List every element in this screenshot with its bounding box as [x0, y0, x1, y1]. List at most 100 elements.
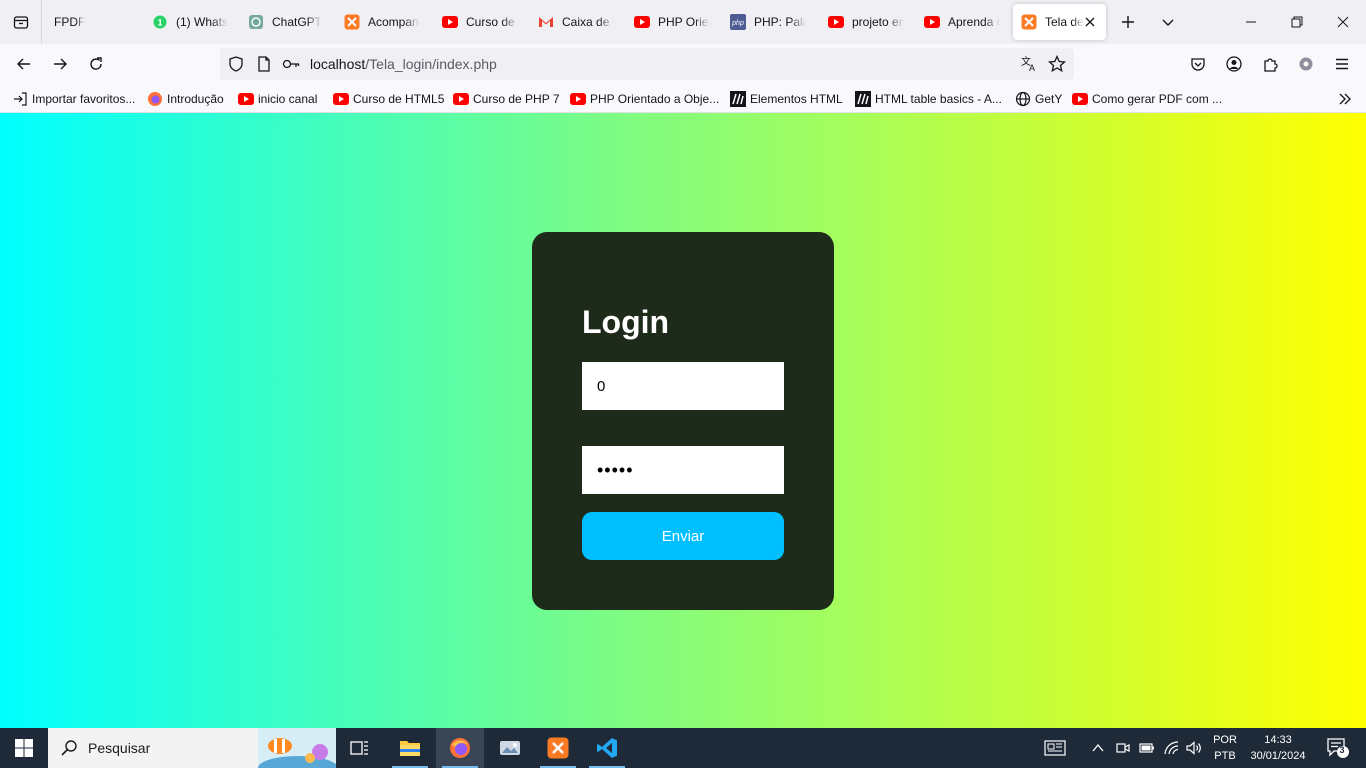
settings-extension-button[interactable] — [1290, 48, 1322, 80]
tab-title: ChatGPT — [272, 15, 323, 29]
list-all-tabs-button[interactable] — [0, 0, 42, 44]
search-icon — [60, 739, 78, 760]
tab-title: Caixa de entrada — [562, 15, 614, 29]
plus-icon — [1122, 16, 1134, 28]
youtube-icon — [570, 91, 586, 107]
close-tab-icon[interactable] — [1082, 14, 1098, 30]
tab-curso-html[interactable]: Curso de HTML — [434, 4, 526, 40]
camera-icon — [1116, 743, 1130, 753]
bookmark-elementos-html[interactable]: Elementos HTML — [730, 90, 843, 108]
battery-button[interactable] — [1137, 728, 1157, 768]
tab-php-palavras[interactable]: php PHP: Palavras — [722, 4, 814, 40]
show-hidden-icons-button[interactable] — [1088, 728, 1108, 768]
tab-fpdf[interactable]: FPDF — [46, 4, 138, 40]
battery-icon — [1139, 743, 1154, 753]
navigation-toolbar: localhost/Tela_login/index.php 文A — [0, 44, 1366, 84]
bookmark-importar[interactable]: Importar favoritos... — [12, 90, 135, 108]
youtube-icon — [453, 91, 469, 107]
password-input[interactable] — [582, 446, 784, 494]
notification-count: 3 — [1339, 745, 1345, 755]
menu-button[interactable] — [1326, 48, 1358, 80]
new-tab-button[interactable] — [1112, 0, 1144, 44]
reload-icon — [90, 57, 102, 70]
notification-center-button[interactable]: 3 — [1318, 728, 1358, 768]
gear-icon — [1299, 57, 1313, 71]
chatgpt-icon — [248, 14, 264, 30]
vscode-taskbar-button[interactable] — [583, 728, 631, 768]
tab-title: (1) WhatsApp — [176, 15, 228, 29]
key-icon[interactable] — [282, 56, 300, 75]
bookmark-php-orientado[interactable]: PHP Orientado a Obje... — [570, 90, 719, 108]
task-view-button[interactable] — [336, 728, 384, 768]
firefox-taskbar-button[interactable] — [436, 728, 484, 768]
bookmark-curso-html5[interactable]: Curso de HTML5 — [333, 90, 444, 108]
back-button[interactable] — [8, 48, 40, 80]
search-placeholder: Pesquisar — [88, 740, 151, 756]
reload-button[interactable] — [80, 48, 112, 80]
tab-php-orientado[interactable]: PHP Orientado — [626, 4, 718, 40]
tab-chatgpt[interactable]: ChatGPT — [240, 4, 332, 40]
bookmark-label: Curso de HTML5 — [353, 92, 445, 106]
input-language-button[interactable]: POR PTB — [1208, 728, 1242, 768]
forward-button[interactable] — [44, 48, 76, 80]
app-taskbar-button[interactable] — [486, 728, 534, 768]
whatsapp-icon: 1 — [152, 14, 168, 30]
tab-acompanhamento[interactable]: Acompanhamento — [336, 4, 428, 40]
vscode-icon — [597, 738, 617, 758]
minimize-button[interactable] — [1228, 0, 1274, 44]
username-input[interactable] — [582, 362, 784, 410]
bookmarks-overflow-button[interactable] — [1338, 90, 1352, 108]
taskbar-search-box[interactable]: Pesquisar — [48, 728, 338, 768]
xampp-icon — [1021, 14, 1037, 30]
url-path: /Tela_login/index.php — [365, 56, 497, 72]
shield-icon[interactable] — [228, 56, 244, 75]
restore-button[interactable] — [1274, 0, 1320, 44]
pocket-icon — [1191, 58, 1205, 71]
tab-overflow-button[interactable] — [1152, 0, 1184, 44]
bookmarks-toolbar: Importar favoritos... Introdução inicio … — [0, 84, 1366, 113]
address-bar[interactable]: localhost/Tela_login/index.php 文A — [220, 48, 1074, 80]
start-button[interactable] — [0, 728, 48, 768]
news-widget-button[interactable] — [1040, 728, 1070, 768]
tab-tela-login[interactable]: Tela de — [1013, 4, 1106, 40]
page-icon[interactable] — [256, 56, 272, 75]
pocket-button[interactable] — [1182, 48, 1214, 80]
bookmark-html-table[interactable]: HTML table basics - A... — [855, 90, 1002, 108]
chevron-down-icon — [1162, 19, 1174, 26]
bookmark-gety[interactable]: GetY — [1015, 90, 1062, 108]
volume-button[interactable] — [1184, 728, 1204, 768]
submit-button[interactable]: Enviar — [582, 512, 784, 560]
bookmark-inicio-canal[interactable]: inicio canal — [238, 90, 317, 108]
gmail-icon — [538, 14, 554, 30]
bookmark-introducao[interactable]: Introdução — [147, 90, 224, 108]
login-card: Login Enviar — [532, 232, 834, 610]
tab-aprenda[interactable]: Aprenda c — [916, 4, 1008, 40]
xampp-icon — [344, 14, 360, 30]
tab-whatsapp[interactable]: 1 (1) WhatsApp — [144, 4, 236, 40]
tab-gmail[interactable]: Caixa de entrada — [530, 4, 622, 40]
extensions-button[interactable] — [1254, 48, 1286, 80]
clock-button[interactable]: 14:33 30/01/2024 — [1244, 728, 1312, 768]
bookmark-curso-php7[interactable]: Curso de PHP 7 — [453, 90, 560, 108]
double-chevron-right-icon — [1339, 93, 1351, 105]
arrow-left-icon — [17, 58, 30, 70]
url-host: localhost — [310, 56, 366, 72]
speaker-icon — [1186, 741, 1201, 755]
xampp-taskbar-button[interactable] — [534, 728, 582, 768]
close-window-button[interactable] — [1320, 0, 1366, 44]
network-button[interactable] — [1162, 728, 1182, 768]
bookmark-star-icon[interactable] — [1047, 54, 1067, 76]
file-explorer-button[interactable] — [386, 728, 434, 768]
bookmark-gerar-pdf[interactable]: Como gerar PDF com ... — [1072, 90, 1222, 108]
tab-projeto[interactable]: projeto em — [820, 4, 912, 40]
tab-list-icon — [13, 16, 28, 29]
windows-logo-icon — [15, 739, 33, 757]
account-button[interactable] — [1218, 48, 1250, 80]
svg-text:A: A — [1029, 63, 1035, 73]
bookmark-label: GetY — [1035, 92, 1063, 106]
windows-taskbar: Pesquisar POR PTB 14:33 30/01/2024 3 — [0, 728, 1366, 768]
translate-icon[interactable]: 文A — [1020, 55, 1038, 76]
tab-title: projeto em — [852, 15, 904, 29]
url-text[interactable]: localhost/Tela_login/index.php — [310, 56, 497, 72]
meet-now-button[interactable] — [1114, 728, 1132, 768]
